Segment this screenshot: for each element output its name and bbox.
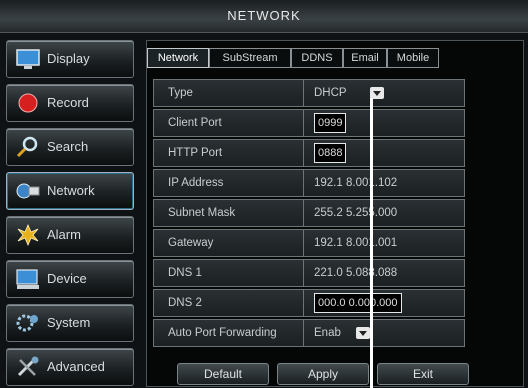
sidebar-item-label: Advanced <box>47 359 105 374</box>
device-icon <box>16 269 39 289</box>
sidebar-item-system[interactable]: System <box>6 304 134 342</box>
http-port-input[interactable]: 0888 <box>314 143 347 163</box>
setting-row-auto-port-forwarding: Auto Port Forwarding Enab <box>153 319 465 347</box>
setting-row-gateway: Gateway 192.1 8.001.001 <box>153 229 465 257</box>
system-icon <box>16 314 38 332</box>
setting-row-type: Type DHCP <box>153 79 465 107</box>
sidebar-item-label: Display <box>47 51 90 66</box>
setting-row-dns1: DNS 1 221.0 5.088.088 <box>153 259 465 287</box>
sidebar-item-display[interactable]: Display <box>6 40 134 78</box>
record-icon <box>18 93 38 113</box>
apply-button[interactable]: Apply <box>277 363 369 385</box>
tab-email[interactable]: Email <box>343 48 387 68</box>
sidebar-item-label: Search <box>47 139 89 154</box>
sidebar-item-device[interactable]: Device <box>6 260 134 298</box>
alarm-icon <box>17 223 39 247</box>
display-icon <box>16 49 40 69</box>
auto-port-forwarding-label: Auto Port Forwarding <box>154 320 304 346</box>
network-settings-panel: Network SubStream DDNS Email Mobile Type… <box>146 40 524 387</box>
exit-button[interactable]: Exit <box>377 363 469 385</box>
subnet-mask-label: Subnet Mask <box>154 200 304 226</box>
setting-row-subnet-mask: Subnet Mask 255.2 5.255.000 <box>153 199 465 227</box>
http-port-label: HTTP Port <box>154 140 304 166</box>
type-value[interactable]: DHCP <box>314 80 347 106</box>
sidebar-item-search[interactable]: Search <box>6 128 134 166</box>
chevron-down-icon[interactable] <box>356 327 370 339</box>
tab-mobile[interactable]: Mobile <box>387 48 439 68</box>
dns1-label: DNS 1 <box>154 260 304 286</box>
sidebar-item-network[interactable]: Network <box>6 172 134 210</box>
setting-row-client-port: Client Port 0999 <box>153 109 465 137</box>
gateway-label: Gateway <box>154 230 304 256</box>
tab-substream[interactable]: SubStream <box>209 48 291 68</box>
sidebar-item-record[interactable]: Record <box>6 84 134 122</box>
default-button[interactable]: Default <box>177 363 269 385</box>
tab-ddns[interactable]: DDNS <box>291 48 343 68</box>
auto-port-forwarding-value[interactable]: Enab <box>314 320 341 346</box>
dns2-input[interactable]: 000.0 0.000.000 <box>314 293 402 313</box>
ip-address-label: IP Address <box>154 170 304 196</box>
window-title: NETWORK <box>0 0 528 33</box>
network-settings-screen: NETWORK Display Record Search Network Al… <box>0 0 528 388</box>
network-icon <box>16 183 40 199</box>
sidebar-item-label: Network <box>47 183 95 198</box>
cursor-line <box>370 98 373 388</box>
ip-address-value: 192.1 8.001.102 <box>314 177 398 189</box>
gateway-value: 192.1 8.001.001 <box>314 237 398 249</box>
tab-network[interactable]: Network <box>147 48 209 68</box>
setting-row-http-port: HTTP Port 0888 <box>153 139 465 167</box>
sidebar-item-label: Record <box>47 95 89 110</box>
client-port-input[interactable]: 0999 <box>314 113 347 133</box>
dns1-value: 221.0 5.088.088 <box>314 267 398 279</box>
type-label: Type <box>154 80 304 106</box>
sidebar-item-label: Alarm <box>47 227 81 242</box>
setting-row-ip-address: IP Address 192.1 8.001.102 <box>153 169 465 197</box>
dns2-label: DNS 2 <box>154 290 304 316</box>
subnet-mask-value: 255.2 5.255.000 <box>314 207 398 219</box>
sidebar-item-advanced[interactable]: Advanced <box>6 348 134 386</box>
advanced-icon <box>17 356 39 377</box>
client-port-label: Client Port <box>154 110 304 136</box>
sidebar-item-label: Device <box>47 271 87 286</box>
search-icon <box>16 136 38 158</box>
sidebar-item-label: System <box>47 315 91 330</box>
sidebar-item-alarm[interactable]: Alarm <box>6 216 134 254</box>
setting-row-dns2: DNS 2 000.0 0.000.000 <box>153 289 465 317</box>
